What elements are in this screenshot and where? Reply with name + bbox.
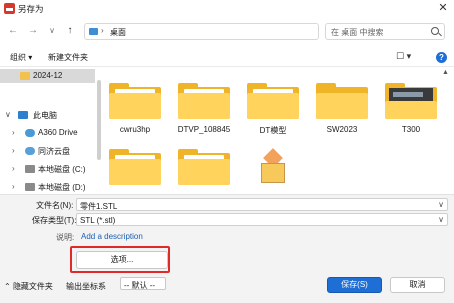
- chevron-right-icon[interactable]: ›: [101, 26, 104, 35]
- drive-icon: [25, 165, 35, 173]
- save-button[interactable]: 保存(S): [327, 277, 382, 293]
- sidebar-item-local-disk-d[interactable]: › 本地磁盘 (D:): [0, 180, 95, 194]
- help-icon[interactable]: ?: [436, 52, 447, 63]
- filetype-select[interactable]: STL (*.stl) ∨: [76, 213, 448, 226]
- folder-icon: [178, 83, 230, 119]
- up-arrow-icon[interactable]: ↑: [63, 24, 77, 38]
- part-file-icon: [247, 148, 299, 185]
- navigation-bar: ← → ∨ ↑ › 桌面 ∨ ↻ 在 桌面 中搜索: [0, 18, 454, 46]
- new-folder-button[interactable]: 新建文件夹: [48, 52, 88, 63]
- navigation-pane: 2024-12 ∨ 此电脑 › A360 Drive › 同济云盘 › 本地磁盘…: [0, 67, 95, 194]
- computer-icon: [18, 111, 28, 119]
- folder-icon: [247, 83, 299, 119]
- file-item[interactable]: [173, 141, 235, 201]
- drive-icon: [25, 183, 35, 191]
- coord-system-select[interactable]: -- 默认 --: [120, 277, 166, 290]
- file-list: cwru3hp DTVP_108845 DT模型 SW2023 T300: [104, 67, 449, 194]
- folder-icon: [109, 83, 161, 119]
- add-description-link[interactable]: Add a description: [81, 232, 143, 241]
- file-name: SW2023: [326, 125, 358, 134]
- filetype-label: 保存类型(T):: [32, 216, 77, 225]
- sidebar-item-label: 2024-12: [33, 71, 63, 80]
- sidebar-item-label: A360 Drive: [38, 128, 78, 137]
- file-item[interactable]: [104, 141, 166, 201]
- sidebar-item-this-pc[interactable]: ∨ 此电脑: [0, 108, 95, 122]
- options-button[interactable]: 选项...: [76, 251, 168, 269]
- view-options-button[interactable]: ☐ ▾: [396, 51, 411, 62]
- desktop-folder-icon: [89, 28, 98, 35]
- folder-icon: [316, 83, 368, 119]
- chevron-down-icon[interactable]: ∨: [5, 110, 11, 119]
- address-text: 桌面: [110, 28, 126, 37]
- sidebar-item-label: 此电脑: [33, 111, 57, 120]
- cloud-sync-icon: [25, 147, 35, 155]
- chevron-right-icon[interactable]: ›: [12, 146, 15, 155]
- sidebar-item-label: 本地磁盘 (C:): [38, 165, 86, 174]
- file-item-part[interactable]: [242, 141, 304, 201]
- file-name: DT模型: [259, 126, 287, 135]
- organize-button[interactable]: 组织 ▾: [10, 52, 32, 63]
- file-item-dt-model[interactable]: DT模型: [242, 75, 304, 135]
- folder-icon: [178, 149, 230, 185]
- close-icon[interactable]: ✕: [434, 1, 452, 15]
- file-item-sw2023[interactable]: SW2023: [311, 75, 373, 135]
- folder-icon: [385, 83, 437, 119]
- file-item-dtvp-108845[interactable]: DTVP_108845: [173, 75, 235, 135]
- chevron-right-icon[interactable]: ›: [12, 182, 15, 191]
- search-placeholder: 在 桌面 中搜索: [331, 28, 384, 37]
- chevron-right-icon[interactable]: ›: [12, 128, 15, 137]
- recent-locations-chevron-icon[interactable]: ∨: [45, 24, 59, 38]
- toolbar: 组织 ▾ 新建文件夹 ☐ ▾ ?: [0, 47, 454, 67]
- folder-icon: [20, 72, 30, 80]
- chevron-right-icon[interactable]: ›: [12, 164, 15, 173]
- file-name: cwru3hp: [119, 125, 151, 134]
- scroll-up-icon[interactable]: ▲: [442, 69, 449, 76]
- chevron-down-icon[interactable]: ∨: [438, 215, 444, 224]
- back-arrow-icon[interactable]: ←: [6, 24, 20, 38]
- filename-value: 零件1.STL: [80, 202, 118, 211]
- app-icon: [4, 3, 15, 14]
- sidebar-item-local-disk-c[interactable]: › 本地磁盘 (C:): [0, 162, 95, 176]
- sidebar-item-2024-12[interactable]: 2024-12: [0, 69, 95, 83]
- file-name: DTVP_108845: [177, 125, 231, 134]
- hide-folders-label: 隐藏文件夹: [12, 282, 53, 291]
- coord-system-label: 输出坐标系: [66, 282, 106, 291]
- cancel-button[interactable]: 取消: [390, 277, 445, 293]
- title-bar: 另存为 ✕: [0, 0, 454, 18]
- forward-arrow-icon[interactable]: →: [26, 24, 40, 38]
- chevron-up-icon: ⌃: [4, 282, 13, 291]
- window-title: 另存为: [18, 4, 44, 14]
- sidebar-scrollbar[interactable]: [97, 80, 101, 160]
- address-bar[interactable]: › 桌面 ∨ ↻: [84, 23, 400, 40]
- description-label: 说明:: [56, 233, 75, 242]
- sidebar-item-tongji-cloud[interactable]: › 同济云盘: [0, 144, 95, 158]
- sidebar-item-label: 同济云盘: [38, 147, 70, 156]
- coord-system-value: -- 默认 --: [124, 281, 156, 290]
- sidebar-item-label: 本地磁盘 (D:): [38, 183, 86, 192]
- file-item-cwru3hp[interactable]: cwru3hp: [104, 75, 166, 135]
- file-name: T300: [401, 125, 421, 134]
- filename-label: 文件名(N):: [36, 201, 74, 210]
- search-box[interactable]: 在 桌面 中搜索: [325, 23, 445, 40]
- folder-icon: [109, 149, 161, 185]
- cloud-icon: [25, 129, 35, 137]
- filename-field[interactable]: 零件1.STL ∨: [76, 198, 448, 211]
- hide-folders-toggle[interactable]: ⌃ 隐藏文件夹: [4, 281, 53, 292]
- filetype-value: STL (*.stl): [80, 216, 116, 225]
- sidebar-item-a360-drive[interactable]: › A360 Drive: [0, 126, 95, 140]
- save-form: 文件名(N): 零件1.STL ∨ 保存类型(T): STL (*.stl) ∨…: [0, 194, 454, 303]
- search-icon[interactable]: [431, 27, 439, 35]
- file-item-t300[interactable]: T300: [380, 75, 442, 135]
- chevron-down-icon[interactable]: ∨: [438, 200, 444, 209]
